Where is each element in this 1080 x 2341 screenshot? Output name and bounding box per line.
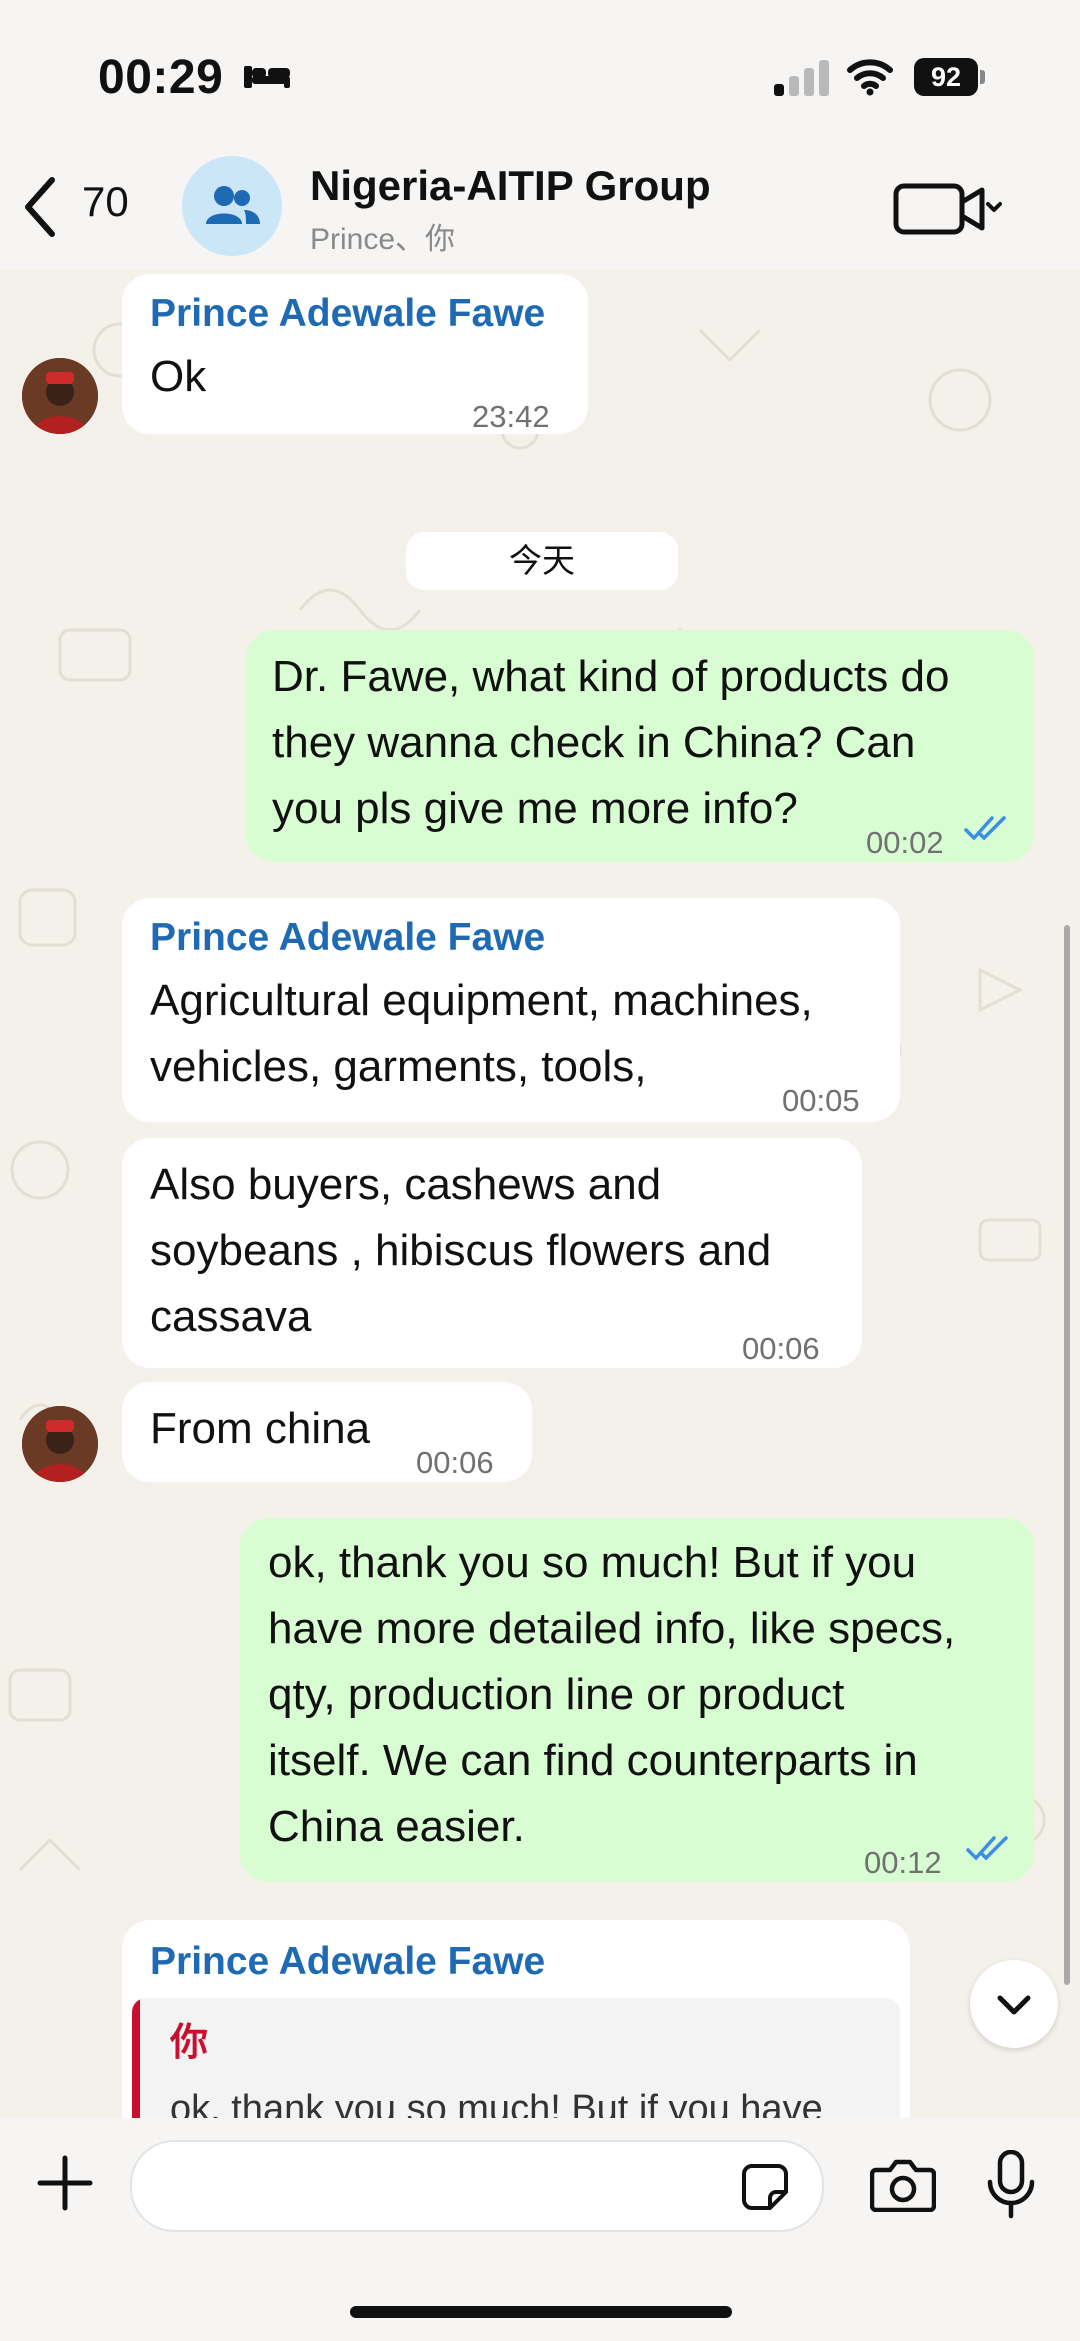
avatar-image bbox=[22, 1406, 98, 1482]
message-time: 00:06 bbox=[742, 1331, 820, 1366]
message-bubble[interactable]: Prince Adewale Fawe Ok 23:42 bbox=[122, 274, 588, 434]
group-avatar[interactable] bbox=[182, 156, 282, 256]
quote-bar bbox=[132, 1998, 140, 2138]
message-text: Ok bbox=[150, 352, 207, 401]
plus-icon[interactable] bbox=[36, 2154, 94, 2212]
scroll-to-bottom-button[interactable] bbox=[970, 1960, 1058, 2048]
date-divider: 今天 bbox=[406, 532, 678, 590]
message-bubble[interactable]: Prince Adewale Fawe 你 ok, thank you so m… bbox=[122, 1920, 910, 2140]
home-indicator[interactable] bbox=[350, 2306, 732, 2318]
message-time: 00:02 bbox=[866, 825, 944, 860]
sender-avatar[interactable] bbox=[22, 358, 98, 434]
avatar-image bbox=[22, 358, 98, 434]
chevron-down-icon bbox=[997, 1995, 1031, 2015]
message-text-line: vehicles, garments, tools, bbox=[150, 1042, 647, 1091]
cellular-signal-icon bbox=[774, 58, 830, 96]
message-text-line: ok, thank you so much! But if you bbox=[268, 1538, 917, 1587]
message-text-line: soybeans , hibiscus flowers and bbox=[150, 1226, 772, 1275]
message-time: 00:06 bbox=[416, 1445, 494, 1480]
message-text-line: they wanna check in China? Can bbox=[272, 718, 916, 767]
message-text-line: Also buyers, cashews and bbox=[150, 1160, 662, 1209]
sender-avatar[interactable] bbox=[22, 1406, 98, 1482]
battery-indicator: 92 bbox=[914, 58, 986, 96]
wifi-icon bbox=[847, 59, 893, 96]
group-icon bbox=[206, 186, 260, 224]
camera-icon[interactable] bbox=[870, 2156, 936, 2212]
sender-name[interactable]: Prince Adewale Fawe bbox=[150, 288, 545, 340]
chevron-left-icon[interactable] bbox=[20, 172, 60, 242]
sleep-mode-icon bbox=[244, 66, 290, 88]
message-text-line: China easier. bbox=[268, 1802, 525, 1851]
quoted-message[interactable]: 你 ok, thank you so much! But if you have bbox=[132, 1998, 900, 2138]
group-name[interactable]: Nigeria-AITIP Group bbox=[310, 162, 711, 210]
message-time: 00:05 bbox=[782, 1083, 860, 1118]
microphone-icon[interactable] bbox=[986, 2150, 1036, 2220]
message-bubble[interactable]: Dr. Fawe, what kind of products do they … bbox=[246, 630, 1034, 862]
message-text-line: Dr. Fawe, what kind of products do bbox=[272, 652, 950, 701]
read-receipt-icon bbox=[966, 1836, 1008, 1861]
group-members[interactable]: Prince、你 bbox=[310, 214, 455, 258]
read-receipt-icon bbox=[964, 816, 1006, 841]
message-text-line: qty, production line or product bbox=[268, 1670, 845, 1719]
unread-count[interactable]: 70 bbox=[82, 178, 129, 226]
message-input[interactable] bbox=[130, 2140, 824, 2232]
message-text-line: you pls give me more info? bbox=[272, 784, 798, 833]
status-time: 00:29 bbox=[98, 51, 224, 104]
message-text-line: have more detailed info, like specs, bbox=[268, 1604, 956, 1653]
sticker-icon[interactable] bbox=[740, 2162, 790, 2212]
message-bubble[interactable]: From china 00:06 bbox=[122, 1382, 532, 1482]
message-bubble[interactable]: Also buyers, cashews and soybeans , hibi… bbox=[122, 1138, 862, 1368]
message-bubble[interactable]: ok, thank you so much! But if you have m… bbox=[240, 1518, 1034, 1882]
quote-author: 你 bbox=[170, 2022, 209, 2064]
message-text-line: cassava bbox=[150, 1292, 312, 1341]
message-text-line: itself. We can find counterparts in bbox=[268, 1736, 918, 1785]
sender-name[interactable]: Prince Adewale Fawe bbox=[150, 1936, 545, 1988]
battery-level: 92 bbox=[914, 58, 978, 96]
sender-name[interactable]: Prince Adewale Fawe bbox=[150, 912, 545, 964]
message-bubble[interactable]: Prince Adewale Fawe Agricultural equipme… bbox=[122, 898, 900, 1122]
message-time: 23:42 bbox=[472, 399, 550, 434]
message-text-line: Agricultural equipment, machines, bbox=[150, 976, 813, 1025]
scrollbar[interactable] bbox=[1064, 925, 1070, 1985]
video-call-icon[interactable] bbox=[892, 178, 1002, 238]
message-text: From china bbox=[150, 1404, 371, 1453]
message-time: 00:12 bbox=[864, 1845, 942, 1880]
